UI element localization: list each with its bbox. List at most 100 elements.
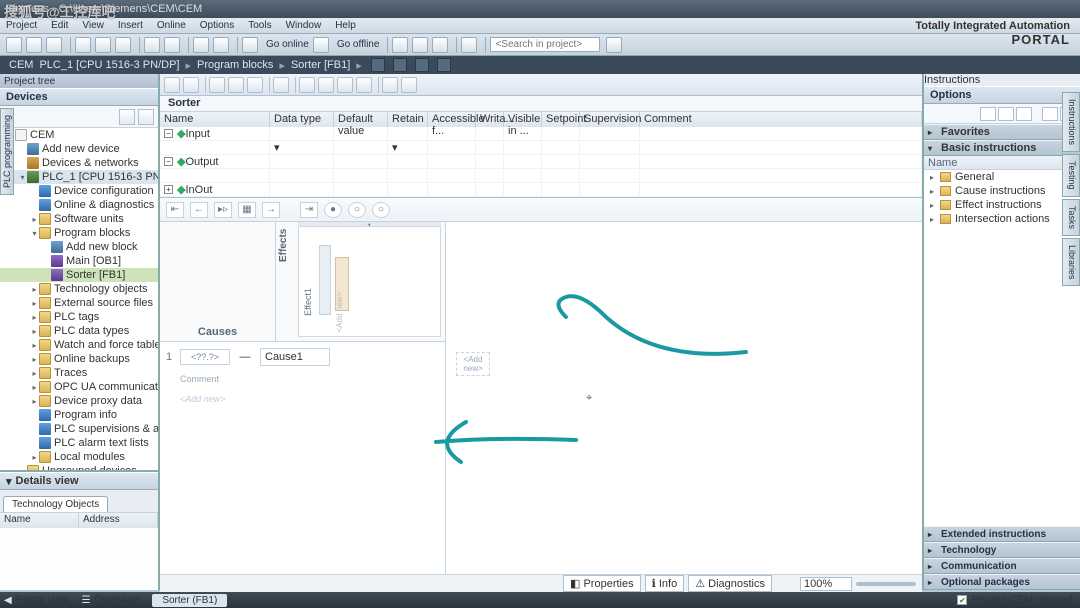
float-editor-icon[interactable] bbox=[393, 58, 407, 72]
tree-node[interactable]: Device configuration bbox=[0, 184, 158, 198]
cause-operand[interactable]: <??.?> bbox=[180, 349, 230, 365]
project-tree[interactable]: ▾CEMAdd new deviceDevices & networks▾PLC… bbox=[0, 128, 158, 470]
nav-grid-icon[interactable]: ▦ bbox=[238, 202, 256, 218]
overview-button[interactable]: ☰ Overview bbox=[82, 594, 141, 606]
dock-tab-testing[interactable]: Testing bbox=[1062, 154, 1080, 197]
search-icon[interactable] bbox=[606, 37, 622, 53]
editor-tool-icon[interactable] bbox=[164, 77, 180, 93]
menu-item-insert[interactable]: Insert bbox=[118, 20, 143, 31]
tree-node[interactable]: Devices & networks bbox=[0, 156, 158, 170]
menu-item-tools[interactable]: Tools bbox=[248, 20, 271, 31]
tree-node[interactable]: ▸External source files bbox=[0, 296, 158, 310]
go-online-icon[interactable] bbox=[242, 37, 258, 53]
nav-prev-icon[interactable]: ← bbox=[190, 202, 208, 218]
tab-info[interactable]: ℹ Info bbox=[645, 575, 685, 592]
close-editor-icon[interactable] bbox=[437, 58, 451, 72]
minimize-editor-icon[interactable] bbox=[371, 58, 385, 72]
editor-tool-icon[interactable] bbox=[382, 77, 398, 93]
cause-comment[interactable]: Comment bbox=[180, 374, 441, 384]
open-project-icon[interactable] bbox=[26, 37, 42, 53]
editor-tool-icon[interactable] bbox=[209, 77, 225, 93]
accordion-header[interactable]: ▸Technology bbox=[924, 542, 1080, 558]
go-offline-label[interactable]: Go offline bbox=[337, 39, 380, 50]
instruction-folder[interactable]: ▸Intersection actions bbox=[924, 212, 1080, 226]
var-column-header[interactable]: Name bbox=[160, 112, 270, 127]
instruction-folder[interactable]: ▸General bbox=[924, 170, 1080, 184]
instruction-folder[interactable]: ▸Effect instructions bbox=[924, 198, 1080, 212]
editor-tool-icon[interactable] bbox=[356, 77, 372, 93]
tree-toolbar-icon[interactable] bbox=[119, 109, 135, 125]
tree-node[interactable]: Add new block bbox=[0, 240, 158, 254]
maximize-editor-icon[interactable] bbox=[415, 58, 429, 72]
toolbar-btn-a[interactable] bbox=[392, 37, 408, 53]
details-view-title[interactable]: ▾Details view bbox=[0, 472, 158, 490]
var-column-header[interactable]: Retain bbox=[388, 112, 428, 127]
new-project-icon[interactable] bbox=[6, 37, 22, 53]
var-column-header[interactable]: Comment bbox=[640, 112, 922, 127]
nav-next-icon[interactable]: → bbox=[262, 202, 280, 218]
var-column-header[interactable]: Accessible f... bbox=[428, 112, 476, 127]
editor-tool-icon[interactable] bbox=[318, 77, 334, 93]
compile-icon[interactable] bbox=[193, 37, 209, 53]
tab-properties[interactable]: ◧ Properties bbox=[563, 575, 641, 592]
effect-diagram[interactable]: Effect1 <Add new> bbox=[298, 226, 441, 337]
add-new-cause[interactable]: <Add new> bbox=[180, 394, 441, 404]
instruction-list[interactable]: Name ▸General▸Cause instructions▸Effect … bbox=[924, 156, 1080, 526]
breadcrumb-segment[interactable]: CEM bbox=[9, 59, 33, 71]
var-column-header[interactable]: Data type bbox=[270, 112, 334, 127]
add-new-effect[interactable]: <Add new> bbox=[335, 292, 344, 332]
tree-node[interactable]: ▸Traces bbox=[0, 366, 158, 380]
paste-icon[interactable] bbox=[115, 37, 131, 53]
editor-tool-icon[interactable] bbox=[228, 77, 244, 93]
tree-node[interactable]: Sorter [FB1] bbox=[0, 268, 158, 282]
dock-tab-instructions[interactable]: Instructions bbox=[1062, 92, 1080, 152]
var-section-row[interactable]: −◆ Input bbox=[160, 127, 922, 141]
undo-icon[interactable] bbox=[144, 37, 160, 53]
project-search-input[interactable] bbox=[490, 37, 600, 52]
basic-instructions-header[interactable]: ▾Basic instructions bbox=[924, 140, 1080, 156]
editor-tool-icon[interactable] bbox=[183, 77, 199, 93]
var-column-header[interactable]: Visible in ... bbox=[504, 112, 542, 127]
var-column-header[interactable]: Supervision bbox=[580, 112, 640, 127]
details-tab[interactable]: Technology Objects bbox=[3, 496, 108, 512]
instruction-folder[interactable]: ▸Cause instructions bbox=[924, 184, 1080, 198]
var-add-row[interactable] bbox=[160, 169, 922, 183]
tree-node[interactable]: ▾Program blocks bbox=[0, 226, 158, 240]
editor-tool-icon[interactable] bbox=[401, 77, 417, 93]
accordion-header[interactable]: ▸Optional packages bbox=[924, 574, 1080, 590]
breadcrumb-segment[interactable]: PLC_1 [CPU 1516-3 PN/DP] bbox=[39, 59, 179, 71]
editor-tool-icon[interactable] bbox=[337, 77, 353, 93]
cut-icon[interactable] bbox=[75, 37, 91, 53]
left-dock-tab[interactable]: PLC programming bbox=[0, 108, 14, 195]
opt-icon[interactable] bbox=[980, 107, 996, 121]
download-icon[interactable] bbox=[213, 37, 229, 53]
menu-item-help[interactable]: Help bbox=[335, 20, 356, 31]
menu-item-window[interactable]: Window bbox=[286, 20, 322, 31]
var-column-header[interactable]: Default value bbox=[334, 112, 388, 127]
tree-node[interactable]: ▸Local modules bbox=[0, 450, 158, 464]
portal-view-button[interactable]: ◀ Portal view bbox=[4, 594, 70, 606]
favorites-header[interactable]: ▸Favorites bbox=[924, 124, 1080, 140]
tree-node[interactable]: Main [OB1] bbox=[0, 254, 158, 268]
tree-node[interactable]: ▸Technology objects bbox=[0, 282, 158, 296]
editor-tool-icon[interactable] bbox=[247, 77, 263, 93]
tree-node[interactable]: ▾CEM bbox=[0, 128, 158, 142]
nav-stop-icon[interactable]: ○ bbox=[348, 202, 366, 218]
tree-node[interactable]: ▸OPC UA communication bbox=[0, 380, 158, 394]
nav-play-icon[interactable]: ▸▹ bbox=[214, 202, 232, 218]
tree-node[interactable]: Online & diagnostics bbox=[0, 198, 158, 212]
tree-toolbar-icon[interactable] bbox=[138, 109, 154, 125]
tree-node[interactable]: ▸Software units bbox=[0, 212, 158, 226]
redo-icon[interactable] bbox=[164, 37, 180, 53]
breadcrumb-segment[interactable]: Program blocks bbox=[197, 59, 273, 71]
cem-matrix[interactable]: Causes Effects 1 Effect1 <Add new> 1 <??… bbox=[160, 222, 922, 590]
save-icon[interactable] bbox=[46, 37, 62, 53]
toolbar-btn-c[interactable] bbox=[432, 37, 448, 53]
var-add-row[interactable]: ▾▾ bbox=[160, 141, 922, 155]
menu-item-online[interactable]: Online bbox=[157, 20, 186, 31]
zoom-slider[interactable] bbox=[856, 582, 916, 586]
accordion-header[interactable]: ▸Extended instructions bbox=[924, 526, 1080, 542]
intersection-placeholder[interactable]: <Add new> bbox=[456, 352, 490, 376]
tree-node[interactable]: Add new device bbox=[0, 142, 158, 156]
dock-tab-libraries[interactable]: Libraries bbox=[1062, 238, 1080, 287]
